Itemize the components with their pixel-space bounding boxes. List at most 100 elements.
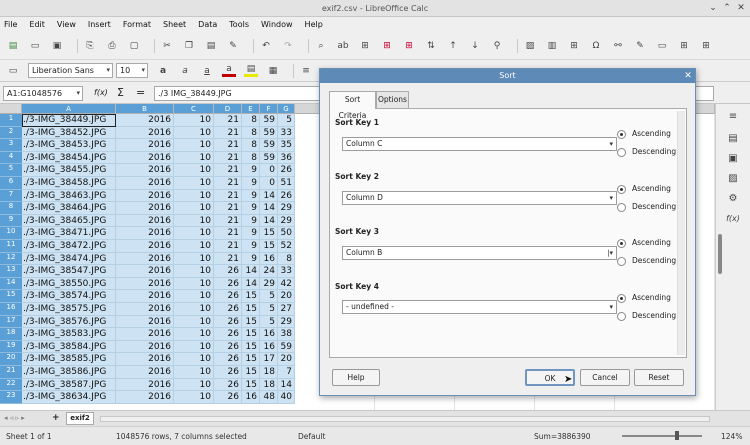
- cell-b[interactable]: 2016: [116, 252, 174, 266]
- cell-a[interactable]: ./3-IMG_38574.JPG: [22, 290, 116, 303]
- grid-icon[interactable]: ⊞: [358, 39, 372, 52]
- cell-d[interactable]: 21: [214, 151, 242, 165]
- row-header[interactable]: 4: [0, 151, 22, 165]
- cell-e[interactable]: 9: [242, 202, 260, 215]
- cell-c[interactable]: 10: [174, 139, 214, 152]
- row-header[interactable]: 15: [0, 290, 22, 303]
- horizontal-scrollbar[interactable]: [100, 416, 710, 422]
- sort-key-2-descending-radio[interactable]: [617, 203, 626, 212]
- cell-d[interactable]: 26: [214, 328, 242, 341]
- cell-b[interactable]: 2016: [116, 366, 174, 379]
- cell-d[interactable]: 26: [214, 290, 242, 303]
- cell-a[interactable]: ./3-IMG_38585.JPG: [22, 353, 116, 366]
- cell-d[interactable]: 21: [214, 139, 242, 152]
- row-header[interactable]: 13: [0, 265, 22, 278]
- row-header[interactable]: 17: [0, 315, 22, 329]
- cancel-button[interactable]: Cancel: [580, 369, 630, 386]
- cell-b[interactable]: 2016: [116, 353, 174, 366]
- dialog-close-icon[interactable]: ✕: [682, 70, 694, 82]
- autofilter-icon[interactable]: ⚲: [490, 39, 504, 52]
- cell-g[interactable]: 52: [278, 240, 295, 253]
- column-header-d[interactable]: D: [214, 104, 242, 114]
- row-header[interactable]: 23: [0, 391, 22, 404]
- cell-a[interactable]: ./3-IMG_38465.JPG: [22, 214, 116, 228]
- cell-g[interactable]: 35: [278, 139, 295, 152]
- chevron-down-icon[interactable]: ▾: [106, 64, 110, 77]
- cell-b[interactable]: 2016: [116, 378, 174, 392]
- cell-c[interactable]: 10: [174, 265, 214, 278]
- cell-d[interactable]: 26: [214, 366, 242, 379]
- redo-icon[interactable]: ↷: [281, 39, 295, 52]
- sort-key-3-select[interactable]: Column B |▾: [342, 246, 617, 260]
- cell-g[interactable]: 59: [278, 340, 295, 354]
- menu-window[interactable]: Window: [261, 20, 293, 29]
- cell-e[interactable]: 8: [242, 114, 260, 127]
- cell-b[interactable]: 2016: [116, 214, 174, 228]
- cell-g[interactable]: 40: [278, 391, 295, 404]
- cell-a[interactable]: ./3-IMG_38547.JPG: [22, 265, 116, 278]
- menu-format[interactable]: Format: [123, 20, 151, 29]
- cell-g[interactable]: 50: [278, 227, 295, 240]
- cell-f[interactable]: 59: [260, 114, 278, 127]
- sheet-tab-exif2[interactable]: exif2: [66, 412, 94, 425]
- cell-f[interactable]: 16: [260, 328, 278, 341]
- cell-e[interactable]: 9: [242, 177, 260, 190]
- cell-d[interactable]: 21: [214, 202, 242, 215]
- cell-e[interactable]: 9: [242, 214, 260, 228]
- freeze-rows-columns-icon[interactable]: ⊞: [699, 39, 713, 52]
- open-icon[interactable]: ▭: [28, 39, 42, 52]
- cell-c[interactable]: 10: [174, 366, 214, 379]
- cell-g[interactable]: 29: [278, 315, 295, 329]
- spelling-icon[interactable]: ab: [336, 39, 350, 52]
- find-replace-icon[interactable]: ⌕: [314, 39, 328, 52]
- cell-e[interactable]: 8: [242, 126, 260, 140]
- cell-f[interactable]: 59: [260, 126, 278, 140]
- cell-c[interactable]: 10: [174, 378, 214, 392]
- cell-b[interactable]: 2016: [116, 151, 174, 165]
- bold-icon[interactable]: a: [156, 64, 170, 77]
- cell-c[interactable]: 10: [174, 177, 214, 190]
- row-header[interactable]: 1: [0, 114, 22, 127]
- sort-icon[interactable]: ⇅: [424, 39, 438, 52]
- cell-c[interactable]: 10: [174, 126, 214, 140]
- font-color-icon[interactable]: a: [222, 64, 236, 77]
- panel-scrollbar[interactable]: [677, 111, 685, 355]
- row-icon[interactable]: ⊞: [380, 39, 394, 52]
- save-icon[interactable]: ▣: [50, 39, 64, 52]
- cell-e[interactable]: 15: [242, 328, 260, 341]
- cell-d[interactable]: 21: [214, 114, 242, 127]
- cell-f[interactable]: 16: [260, 252, 278, 266]
- cell-c[interactable]: 10: [174, 315, 214, 329]
- cell-g[interactable]: 38: [278, 328, 295, 341]
- cell-b[interactable]: 2016: [116, 240, 174, 253]
- cell-a[interactable]: ./3-IMG_38463.JPG: [22, 189, 116, 203]
- background-color-icon[interactable]: ▤: [244, 64, 258, 77]
- cell-d[interactable]: 21: [214, 189, 242, 203]
- cell-e[interactable]: 15: [242, 366, 260, 379]
- cell-f[interactable]: 0: [260, 177, 278, 190]
- cell-g[interactable]: 51: [278, 177, 295, 190]
- special-character-icon[interactable]: Ω: [589, 39, 603, 52]
- reset-button[interactable]: Reset: [634, 369, 684, 386]
- cell-c[interactable]: 10: [174, 353, 214, 366]
- cell-g[interactable]: 29: [278, 202, 295, 215]
- headers-footers-icon[interactable]: ▭: [655, 39, 669, 52]
- cell-g[interactable]: 36: [278, 151, 295, 165]
- cell-a[interactable]: ./3-IMG_38453.JPG: [22, 139, 116, 152]
- cell-g[interactable]: 8: [278, 252, 295, 266]
- cell-g[interactable]: 33: [278, 126, 295, 140]
- cell-b[interactable]: 2016: [116, 303, 174, 316]
- cell-c[interactable]: 10: [174, 164, 214, 177]
- cell-b[interactable]: 2016: [116, 265, 174, 278]
- close-icon[interactable]: ✕: [736, 3, 746, 13]
- zoom-slider[interactable]: [622, 435, 702, 437]
- cell-b[interactable]: 2016: [116, 202, 174, 215]
- cell-e[interactable]: 9: [242, 189, 260, 203]
- row-header[interactable]: 3: [0, 139, 22, 152]
- cell-c[interactable]: 10: [174, 340, 214, 354]
- sort-descending-icon[interactable]: ↓: [468, 39, 482, 52]
- font-size-box[interactable]: 10 ▾: [116, 63, 148, 78]
- row-header[interactable]: 9: [0, 214, 22, 228]
- cell-e[interactable]: 14: [242, 277, 260, 291]
- row-header[interactable]: 20: [0, 353, 22, 366]
